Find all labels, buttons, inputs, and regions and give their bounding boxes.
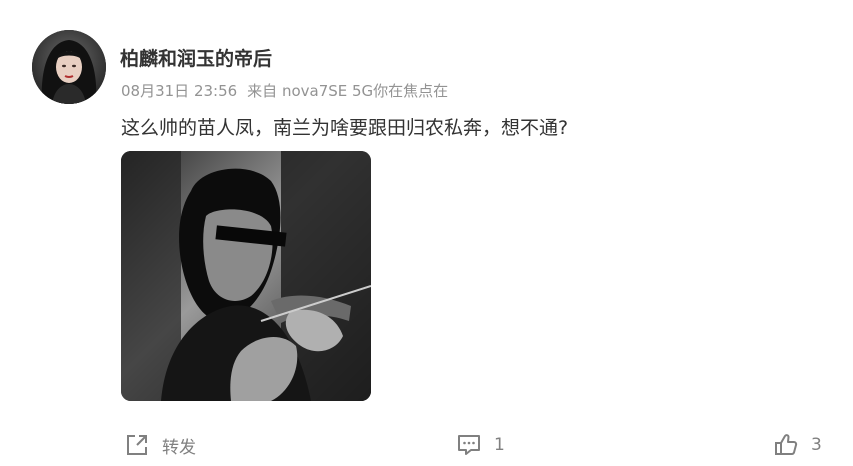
- post-source: 来自 nova7SE 5G你在焦点在: [247, 82, 449, 100]
- like-button[interactable]: 3: [773, 430, 822, 460]
- comment-button[interactable]: 1: [456, 430, 505, 460]
- avatar[interactable]: [32, 30, 106, 104]
- post-image[interactable]: [121, 151, 371, 401]
- repost-button[interactable]: 转发: [124, 430, 196, 460]
- like-count: 3: [811, 435, 822, 455]
- weibo-post: 柏麟和润玉的帝后 08月31日 23:56 来自 nova7SE 5G你在焦点在 …: [0, 0, 853, 466]
- share-arrow-icon: [124, 432, 150, 458]
- post-text: 这么帅的苗人凤，南兰为啥要跟田归农私奔，想不通?: [121, 117, 569, 139]
- comment-bubble-icon: [456, 432, 482, 458]
- post-date[interactable]: 08月31日 23:56: [121, 82, 237, 100]
- username[interactable]: 柏麟和润玉的帝后: [120, 46, 272, 72]
- thumbs-up-icon: [773, 432, 799, 458]
- repost-label: 转发: [162, 437, 196, 458]
- post-meta: 08月31日 23:56 来自 nova7SE 5G你在焦点在: [121, 81, 448, 101]
- comment-count: 1: [494, 435, 505, 455]
